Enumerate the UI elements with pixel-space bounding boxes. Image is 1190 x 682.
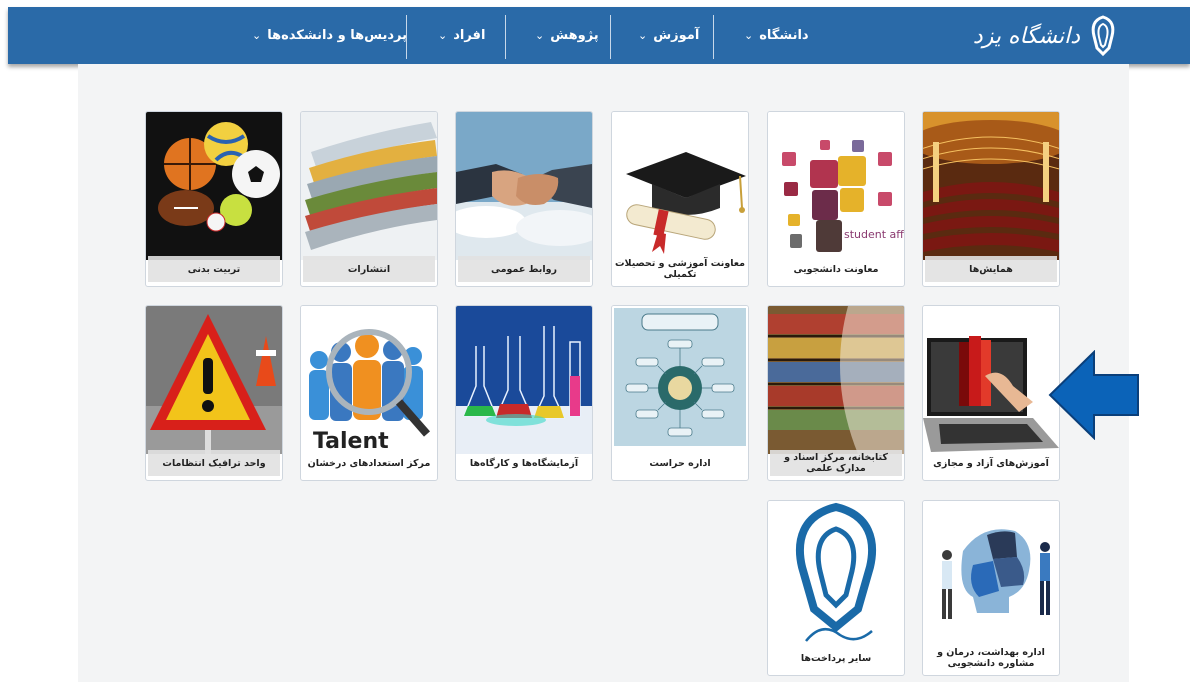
tile-label: معاونت دانشجویی [793,263,879,275]
nav-research[interactable]: پژوهش ⌄ [535,7,599,64]
tile-other-payments[interactable]: سایر پرداخت‌ها [767,500,905,676]
tile-publications[interactable]: انتشارات [300,111,438,287]
tile-library[interactable]: کتابخانه، مرکز اسناد و مدارک علمی [767,305,905,481]
university-logo-image [768,501,904,649]
tile-talent-center[interactable]: Talent مرکز استعدادهای درخشان [300,305,438,481]
nav-label: پردیس‌ها و دانشکده‌ها [267,28,408,43]
tile-label: مرکز استعدادهای درخشان [307,457,431,469]
nav-campuses[interactable]: پردیس‌ها و دانشکده‌ها ⌄ [252,7,407,64]
chevron-down-icon: ⌄ [535,29,545,42]
tile-label: آموزش‌های آزاد و مجازی [933,457,1049,469]
nav-people[interactable]: افراد ⌄ [438,7,485,64]
chevron-down-icon: ⌄ [744,29,754,42]
warning-sign-image [146,306,282,454]
tile-laboratories[interactable]: آزمایشگاه‌ها و کارگاه‌ها [455,305,593,481]
nav-label: افراد [453,28,486,43]
tile-student-affairs[interactable]: student affairs معاونت دانشجویی [767,111,905,287]
lab-flasks-image [456,306,592,454]
tile-label: کتابخانه، مرکز اسناد و مدارک علمی [770,450,902,476]
student-affairs-caption: student affairs [844,228,904,241]
ornament-image [612,306,748,454]
university-logo[interactable]: دانشگاه یزد [973,13,1118,59]
logo-text: دانشگاه یزد [972,23,1080,49]
tile-label: انتشارات [303,256,435,282]
top-navigation-bar: دانشگاه یزد دانشگاه ⌄ آموزش ⌄ پژوهش ⌄ افراد… [8,7,1190,64]
laptop-book-image [923,306,1059,454]
tile-label: همایش‌ها [925,256,1057,282]
logo-emblem-icon [1091,15,1115,57]
tile-education-deputy[interactable]: معاونت آموزشی و تحصیلات تکمیلی [611,111,749,287]
tile-conferences[interactable]: همایش‌ها [922,111,1060,287]
nav-divider [610,15,611,59]
handshake-image [456,112,592,260]
nav-university[interactable]: دانشگاه ⌄ [744,7,809,64]
left-arrow-icon [1048,350,1139,440]
tile-label: سایر پرداخت‌ها [800,652,872,664]
graduation-cap-image [612,112,748,260]
auditorium-image [923,112,1059,260]
tile-label: روابط عمومی [458,256,590,282]
tile-open-virtual-education[interactable]: آموزش‌های آزاد و مجازی [922,305,1060,481]
student-affairs-image: student affairs [768,112,904,260]
nav-label: پژوهش [550,28,599,43]
nav-education[interactable]: آموزش ⌄ [638,7,699,64]
sports-balls-image [146,112,282,260]
chevron-down-icon: ⌄ [638,29,648,42]
nav-divider [713,15,714,59]
nav-divider [505,15,506,59]
tile-label: آزمایشگاه‌ها و کارگاه‌ها [469,457,579,469]
tile-public-relations[interactable]: روابط عمومی [455,111,593,287]
nav-label: آموزش [653,28,700,43]
talent-image: Talent [301,306,437,454]
tile-health-counseling[interactable]: اداره بهداشت، درمان و مشاوره دانشجویی [922,500,1060,676]
tile-label: تربیت بدنی [148,256,280,282]
puzzle-head-image [923,501,1059,649]
library-image [768,306,904,454]
tile-label: اداره حراست [649,457,711,469]
nav-label: دانشگاه [759,28,809,43]
tile-physical-education[interactable]: تربیت بدنی [145,111,283,287]
chevron-down-icon: ⌄ [252,29,262,42]
chevron-down-icon: ⌄ [438,29,448,42]
tile-traffic-unit[interactable]: واحد ترافیک انتظامات [145,305,283,481]
magazines-image [301,112,437,260]
tile-label: معاونت آموزشی و تحصیلات تکمیلی [614,258,746,280]
tile-label: اداره بهداشت، درمان و مشاوره دانشجویی [937,647,1045,669]
tile-label: واحد ترافیک انتظامات [148,450,280,476]
tile-security-office[interactable]: اداره حراست [611,305,749,481]
